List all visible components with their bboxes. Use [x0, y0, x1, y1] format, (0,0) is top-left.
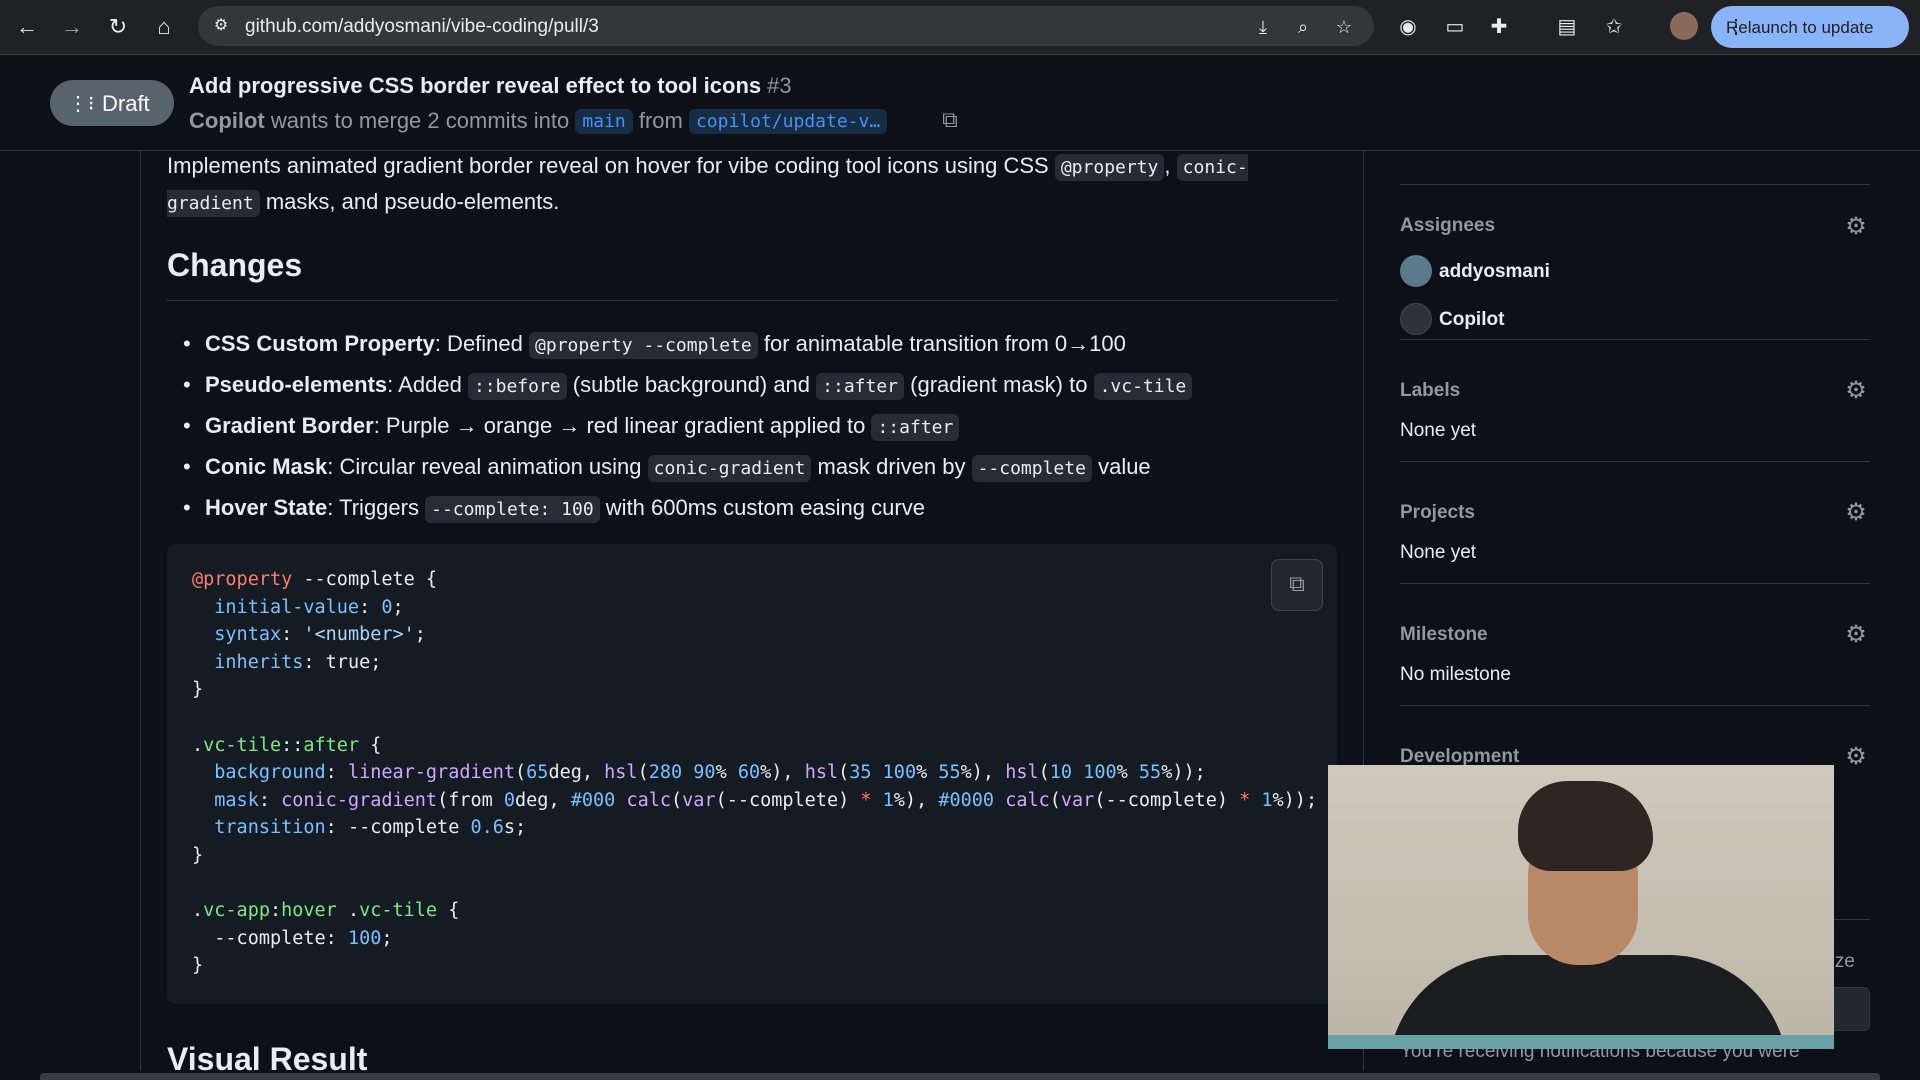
url-text[interactable]: github.com/addyosmani/vibe-coding/pull/3: [245, 16, 599, 38]
inline-code: --complete: 100: [425, 496, 600, 523]
inline-code: ::after: [816, 373, 905, 400]
intro-text: masks, and pseudo-elements.: [265, 189, 560, 214]
gear-icon[interactable]: ⚙: [1842, 377, 1870, 405]
item-text: : Triggers: [327, 495, 419, 520]
pr-number: #3: [767, 73, 792, 98]
pr-author-link[interactable]: Copilot: [189, 108, 265, 133]
changes-list: CSS Custom Property: Defined @property -…: [183, 324, 1193, 529]
visual-result-heading: Visual Result: [167, 1041, 368, 1071]
milestone-section: Milestone ⚙ No milestone: [1400, 584, 1870, 706]
extension-icon[interactable]: ✚: [1484, 12, 1514, 42]
item-term: Conic Mask: [205, 454, 328, 479]
copilot-icon: [1400, 303, 1432, 335]
gear-icon[interactable]: ⚙: [1842, 213, 1870, 241]
item-text: : Purple → orange → red linear gradient …: [373, 413, 866, 438]
site-info-icon[interactable]: ⚙: [208, 13, 234, 39]
from-text: from: [638, 108, 683, 133]
item-text: : Defined: [434, 331, 523, 356]
merge-text: wants to merge 2 commits into: [270, 108, 570, 133]
install-icon[interactable]: ⤓: [1250, 14, 1276, 40]
profile-avatar[interactable]: [1670, 12, 1698, 40]
item-text: : Added: [387, 372, 462, 397]
bookmarks-icon[interactable]: ✩: [1599, 12, 1629, 42]
draft-label: Draft: [102, 91, 150, 116]
head-branch[interactable]: copilot/update-v…: [688, 109, 888, 134]
copy-icon[interactable]: ⧉: [936, 106, 964, 134]
forward-icon[interactable]: →: [55, 10, 89, 44]
inline-code: ::before: [467, 373, 567, 400]
assignees-title: Assignees: [1400, 215, 1496, 236]
milestone-value: No milestone: [1400, 664, 1511, 685]
item-text: for animatable transition from 0→100: [763, 331, 1126, 356]
code-block: ⧉ @property --complete { initial-value: …: [167, 544, 1337, 1004]
draft-badge: ⋮⁝ Draft: [50, 80, 174, 126]
item-term: Gradient Border: [205, 413, 374, 438]
inline-code: --complete: [971, 455, 1092, 482]
list-item: Hover State: Triggers --complete: 100 wi…: [183, 488, 1192, 529]
intro-paragraph: Implements animated gradient border reve…: [167, 151, 1327, 221]
home-icon[interactable]: ⌂: [147, 10, 181, 44]
code-content: @property --complete { initial-value: 0;…: [192, 569, 1318, 977]
item-text: : Circular reveal animation using: [327, 454, 642, 479]
back-icon[interactable]: ←: [10, 10, 44, 44]
address-bar[interactable]: ⚙ github.com/addyosmani/vibe-coding/pull…: [198, 6, 1374, 46]
inline-code: @property --complete: [529, 332, 758, 359]
pr-merge-info: Copilot wants to merge 2 commits into ma…: [189, 108, 888, 134]
list-item: Gradient Border: Purple → orange → red l…: [183, 406, 1192, 447]
labels-section: Labels ⚙ None yet: [1400, 340, 1870, 462]
reload-icon[interactable]: ↻: [101, 10, 135, 44]
changes-heading: Changes: [167, 247, 303, 283]
base-branch[interactable]: main: [575, 109, 633, 134]
dock-strip: [40, 1073, 1880, 1080]
item-text: (subtle background) and: [572, 372, 811, 397]
pr-title: Add progressive CSS border reveal effect…: [189, 73, 792, 99]
pr-sticky-header: ⋮⁝ Draft Add progressive CSS border reve…: [0, 55, 1920, 151]
menu-dots-icon[interactable]: ⋮: [1726, 14, 1897, 39]
inline-code: .vc-tile: [1093, 373, 1193, 400]
assignee-name[interactable]: addyosmani: [1439, 261, 1550, 283]
avatar: [1400, 255, 1432, 287]
item-term: Hover State: [205, 495, 328, 520]
item-text: mask driven by: [817, 454, 966, 479]
intro-sep: ,: [1164, 153, 1171, 178]
relaunch-button[interactable]: Relaunch to update ⋮: [1711, 6, 1909, 48]
browser-toolbar: ← → ↻ ⌂ ⚙ github.com/addyosmani/vibe-cod…: [0, 0, 1920, 55]
divider: [167, 300, 1337, 301]
gear-icon[interactable]: ⚙: [1842, 621, 1870, 649]
item-text: value: [1098, 454, 1151, 479]
intro-text: Implements animated gradient border reve…: [167, 153, 1049, 178]
star-icon[interactable]: ☆: [1331, 14, 1357, 40]
labels-title: Labels: [1400, 380, 1461, 401]
assignee-name[interactable]: Copilot: [1439, 309, 1504, 331]
item-term: Pseudo-elements: [205, 372, 388, 397]
extension-copilot-icon[interactable]: ◉: [1393, 12, 1423, 42]
list-item: Conic Mask: Circular reveal animation us…: [183, 447, 1192, 488]
projects-value: None yet: [1400, 542, 1477, 563]
pr-description: Implements animated gradient border reve…: [140, 151, 1364, 1071]
reviewers-section: [1400, 151, 1870, 185]
video-bottom-bar: [1328, 1035, 1834, 1049]
gear-icon[interactable]: ⚙: [1842, 743, 1870, 771]
assignees-section: Assignees ⚙ addyosmani Copilot: [1400, 185, 1870, 340]
milestone-title: Milestone: [1400, 624, 1488, 645]
webcam-video-overlay: [1328, 765, 1834, 1049]
video-person-hair: [1518, 781, 1653, 871]
pr-title-text: Add progressive CSS border reveal effect…: [189, 73, 762, 98]
inline-code: conic-gradient: [647, 455, 812, 482]
gear-icon[interactable]: ⚙: [1842, 499, 1870, 527]
zoom-icon[interactable]: ⌕: [1290, 14, 1316, 40]
projects-title: Projects: [1400, 502, 1475, 523]
item-term: CSS Custom Property: [205, 331, 435, 356]
cast-icon[interactable]: ▭: [1440, 12, 1470, 42]
draft-pr-icon: ⋮⁝: [68, 93, 95, 115]
item-text: (gradient mask) to: [910, 372, 1088, 397]
inline-code: ::after: [871, 414, 960, 441]
reading-list-icon[interactable]: ▤: [1552, 12, 1582, 42]
list-item: Pseudo-elements: Added ::before (subtle …: [183, 365, 1193, 406]
list-item: CSS Custom Property: Defined @property -…: [183, 324, 1192, 365]
item-text: with 600ms custom easing curve: [605, 495, 925, 520]
projects-section: Projects ⚙ None yet: [1400, 462, 1870, 584]
inline-code: @property: [1054, 154, 1165, 181]
labels-value: None yet: [1400, 420, 1477, 441]
